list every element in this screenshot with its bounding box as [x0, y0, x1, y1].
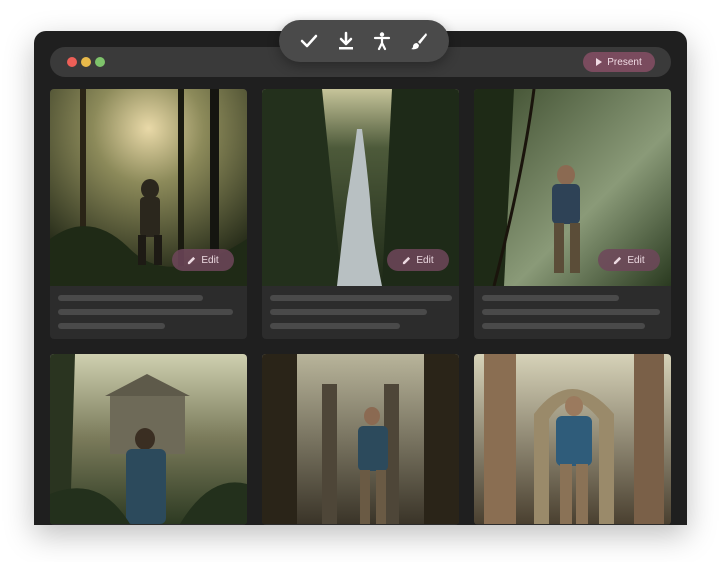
- checkmark-icon[interactable]: [298, 30, 320, 52]
- pencil-icon: [403, 256, 411, 264]
- caption-placeholder: [482, 295, 660, 337]
- caption-placeholder: [58, 295, 233, 337]
- maximize-window-button[interactable]: [95, 57, 105, 67]
- download-icon[interactable]: [335, 30, 357, 52]
- edit-label: Edit: [201, 254, 219, 266]
- ruins-corridor-image: [262, 354, 459, 524]
- minimize-window-button[interactable]: [81, 57, 91, 67]
- edit-button[interactable]: Edit: [598, 249, 660, 271]
- stone-archway-image: [474, 354, 671, 524]
- edit-button[interactable]: Edit: [387, 249, 449, 271]
- close-window-button[interactable]: [67, 57, 77, 67]
- pencil-icon: [614, 256, 622, 264]
- edit-label: Edit: [416, 254, 434, 266]
- floating-toolbar: [279, 20, 449, 62]
- present-button[interactable]: Present: [583, 52, 655, 72]
- gallery-card[interactable]: [262, 354, 459, 525]
- accessibility-icon[interactable]: [371, 30, 393, 52]
- app-window: Present Edit Edit Edit: [34, 31, 687, 525]
- gallery-card[interactable]: [474, 354, 671, 525]
- play-icon: [596, 58, 603, 66]
- caption-placeholder: [270, 295, 452, 337]
- jungle-temple-image: [50, 354, 247, 524]
- gallery-card[interactable]: Edit: [474, 89, 671, 339]
- edit-label: Edit: [627, 254, 645, 266]
- brush-icon[interactable]: [408, 30, 430, 52]
- gallery-card[interactable]: Edit: [262, 89, 459, 339]
- present-label: Present: [607, 56, 642, 68]
- pencil-icon: [188, 256, 196, 264]
- gallery-card[interactable]: Edit: [50, 89, 247, 339]
- gallery-card[interactable]: [50, 354, 247, 525]
- edit-button[interactable]: Edit: [172, 249, 234, 271]
